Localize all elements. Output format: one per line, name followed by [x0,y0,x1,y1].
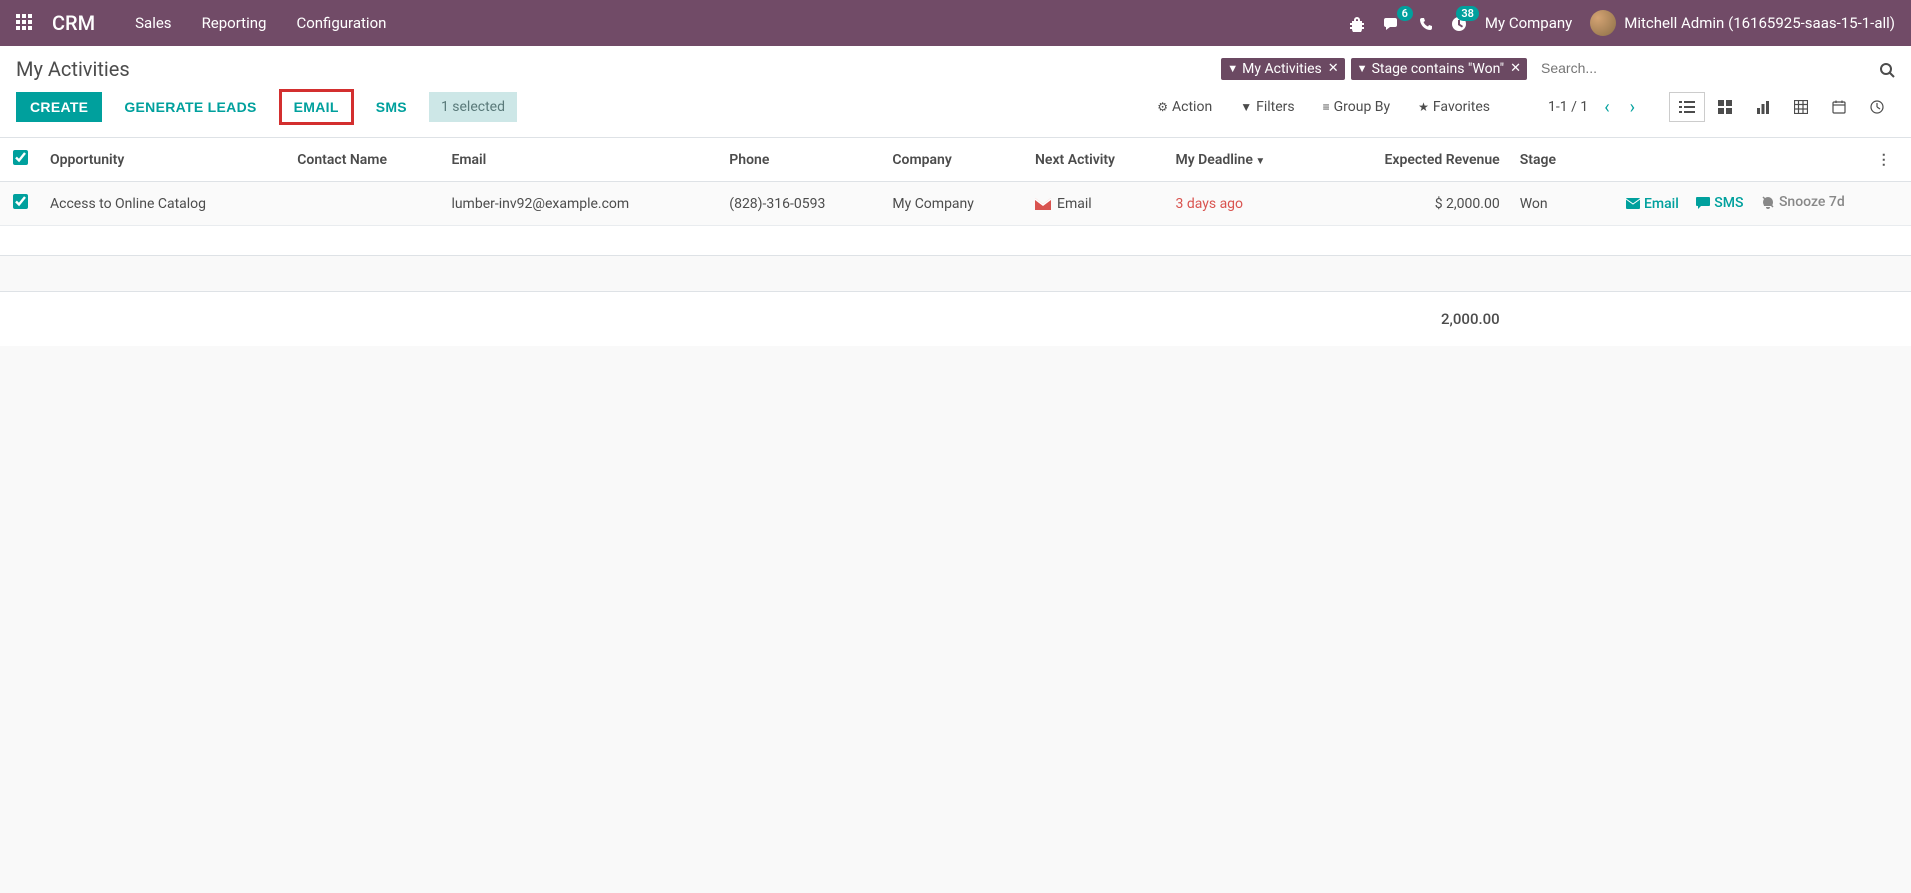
cell-phone: (828)-316-0593 [719,182,882,226]
cell-email: lumber-inv92@example.com [441,182,719,226]
row-action-sms[interactable]: SMS [1696,195,1743,211]
activity-type: Email [1057,196,1092,212]
total-row: 2,000.00 [0,292,1911,347]
row-action-sms-label: SMS [1714,195,1743,211]
groupby-label: Group By [1334,99,1391,115]
favorites-menu[interactable]: ★ Favorites [1418,99,1490,115]
col-contact[interactable]: Contact Name [287,138,441,182]
apps-icon[interactable] [16,14,34,32]
pager-text[interactable]: 1-1 / 1 [1548,99,1588,115]
user-name: Mitchell Admin (16165925-saas-15-1-all) [1624,14,1895,32]
search-area: ▼ My Activities ✕ ▼ Stage contains "Won"… [1221,56,1895,81]
filter-tag-stage-won[interactable]: ▼ Stage contains "Won" ✕ [1351,58,1527,80]
nav-menu-reporting[interactable]: Reporting [202,14,267,32]
view-activity[interactable] [1859,92,1895,122]
view-kanban[interactable] [1707,92,1743,122]
phone-icon[interactable] [1419,14,1433,33]
col-phone[interactable]: Phone [719,138,882,182]
cell-revenue: $ 2,000.00 [1320,182,1510,226]
col-stage[interactable]: Stage [1510,138,1589,182]
col-email[interactable]: Email [441,138,719,182]
brand[interactable]: CRM [52,11,95,35]
control-panel: My Activities ▼ My Activities ✕ ▼ Stage … [0,46,1911,138]
generate-leads-button[interactable]: GENERATE LEADS [112,92,268,122]
company-selector[interactable]: My Company [1485,14,1572,32]
nav-right: 6 38 My Company Mitchell Admin (16165925… [1349,10,1895,36]
envelope-icon [1035,196,1051,212]
row-action-snooze-label: Snooze 7d [1779,194,1845,210]
cell-contact [287,182,441,226]
row-action-email[interactable]: Email [1626,196,1679,212]
filter-tag-my-activities[interactable]: ▼ My Activities ✕ [1221,58,1344,80]
messages-icon[interactable]: 6 [1383,14,1401,33]
pager: 1-1 / 1 ‹ › [1548,97,1639,118]
filter-tag-label: Stage contains "Won" [1372,61,1505,77]
email-button[interactable]: EMAIL [279,89,354,125]
view-calendar[interactable] [1821,92,1857,122]
action-menu[interactable]: ⚙ Action [1157,99,1212,115]
table-header-row: Opportunity Contact Name Email Phone Com… [0,138,1911,182]
col-revenue[interactable]: Expected Revenue [1320,138,1510,182]
search-input[interactable] [1533,56,1873,81]
col-next-activity[interactable]: Next Activity [1025,138,1165,182]
user-menu[interactable]: Mitchell Admin (16165925-saas-15-1-all) [1590,10,1895,36]
nav-menu: Sales Reporting Configuration [135,14,386,32]
view-switcher [1669,92,1895,122]
pager-next[interactable]: › [1626,97,1639,118]
filters-menu[interactable]: ▼ Filters [1240,99,1294,115]
filter-tag-label: My Activities [1242,61,1322,77]
select-all-checkbox[interactable] [13,150,28,165]
spacer-row [0,226,1911,256]
search-icon[interactable] [1879,59,1895,78]
gap-row [0,256,1911,292]
groupby-menu[interactable]: ≡ Group By [1323,99,1391,115]
action-label: Action [1172,99,1212,115]
star-icon: ★ [1418,100,1429,114]
avatar [1590,10,1616,36]
view-list[interactable] [1669,92,1705,122]
list-view: Opportunity Contact Name Email Phone Com… [0,138,1911,346]
row-action-email-label: Email [1644,196,1679,212]
col-opportunity[interactable]: Opportunity [40,138,287,182]
cell-deadline: 3 days ago [1166,182,1320,226]
gear-icon: ⚙ [1157,100,1168,114]
filters-label: Filters [1256,99,1295,115]
create-button[interactable]: CREATE [16,92,102,122]
column-options[interactable]: ⋮ [1869,138,1911,182]
favorites-label: Favorites [1433,99,1490,115]
remove-filter-icon[interactable]: ✕ [1510,61,1521,76]
view-graph[interactable] [1745,92,1781,122]
navbar: CRM Sales Reporting Configuration 6 38 M… [0,0,1911,46]
list-icon: ≡ [1323,100,1330,114]
bug-icon[interactable] [1349,14,1365,33]
clock-icon[interactable]: 38 [1451,14,1467,33]
cell-next-activity: Email [1025,182,1165,226]
cell-stage: Won [1510,182,1589,226]
selected-count[interactable]: 1 selected [429,92,517,122]
funnel-icon: ▼ [1227,62,1238,75]
page-title: My Activities [16,57,130,81]
nav-menu-configuration[interactable]: Configuration [296,14,386,32]
col-company[interactable]: Company [882,138,1025,182]
row-action-snooze[interactable]: Snooze 7d [1761,194,1845,210]
cell-opportunity: Access to Online Catalog [40,182,287,226]
funnel-icon: ▼ [1357,62,1368,75]
sms-button[interactable]: SMS [364,92,419,122]
total-revenue: 2,000.00 [1320,292,1510,347]
clock-badge: 38 [1456,6,1479,21]
col-deadline[interactable]: My Deadline [1166,138,1320,182]
nav-menu-sales[interactable]: Sales [135,14,171,32]
table-row[interactable]: Access to Online Catalog lumber-inv92@ex… [0,182,1911,226]
row-checkbox[interactable] [13,194,28,209]
funnel-icon: ▼ [1240,100,1252,114]
pager-prev[interactable]: ‹ [1600,97,1613,118]
cell-company: My Company [882,182,1025,226]
messages-badge: 6 [1397,6,1413,21]
view-pivot[interactable] [1783,92,1819,122]
remove-filter-icon[interactable]: ✕ [1328,61,1339,76]
